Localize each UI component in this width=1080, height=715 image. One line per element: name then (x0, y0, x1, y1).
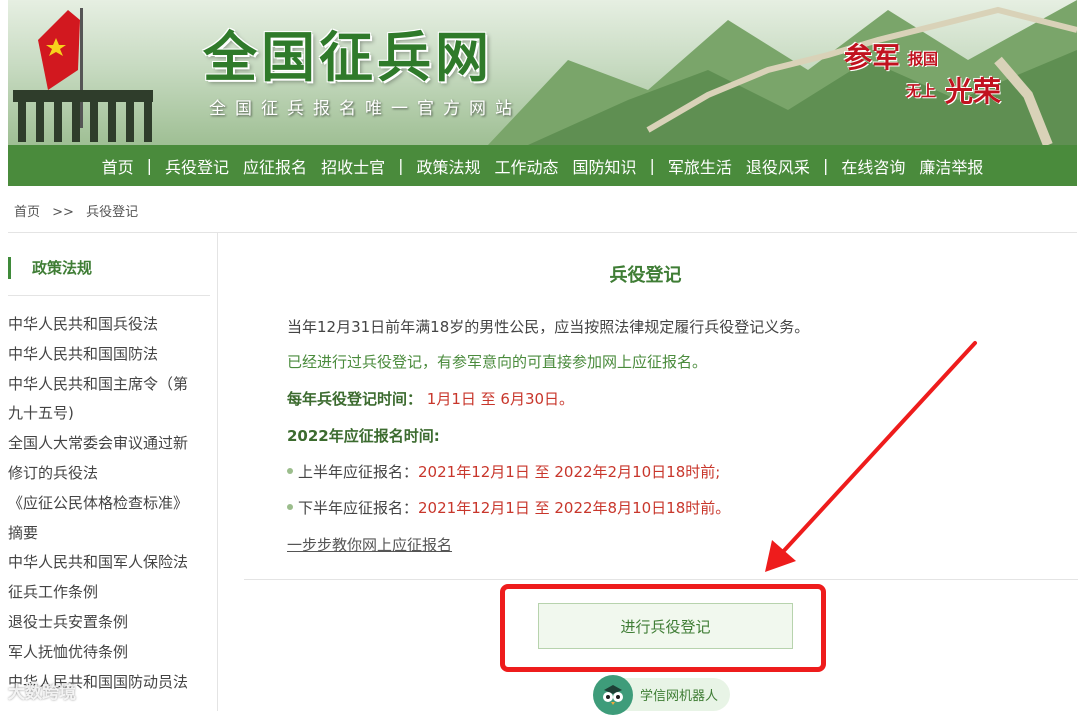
nav-item-online-consult[interactable]: 在线咨询 (841, 154, 905, 178)
main-nav: 首页 | 兵役登记 应征报名 招收士官 | 政策法规 工作动态 国防知识 | 军… (8, 145, 1077, 186)
sidebar-item[interactable]: 九十五号) (8, 399, 208, 429)
slogan-part: 报国 (908, 50, 939, 68)
nav-separator: | (398, 156, 404, 175)
sidebar-heading: 政策法规 (8, 257, 92, 279)
guide-link[interactable]: 一步步教你网上应征报名 (287, 534, 452, 555)
nav-item-military-life[interactable]: 军旅生活 (668, 154, 732, 178)
page-title: 兵役登记 (609, 265, 682, 286)
slogan-part: 无上 (906, 82, 937, 100)
second-half-label: 下半年应征报名： (298, 499, 419, 517)
sidebar-item[interactable]: 军人抚恤优待条例 (8, 638, 208, 668)
first-half-enlistment: 上半年应征报名：2021年12月1日 至 2022年2月10日18时前; (287, 461, 720, 482)
breadcrumb-separator: >> (52, 205, 74, 220)
site-subtitle: 全国征兵报名唯一官方网站 (209, 99, 521, 119)
sidebar-list: 中华人民共和国兵役法 中华人民共和国国防法 中华人民共和国主席令（第 九十五号)… (8, 310, 208, 697)
slogan-part: 光荣 (945, 75, 1002, 108)
enlistment-heading: 2022年应征报名时间: (287, 427, 440, 445)
sidebar-item[interactable]: 征兵工作条例 (8, 578, 208, 608)
sidebar: 政策法规 中华人民共和国兵役法 中华人民共和国国防法 中华人民共和国主席令（第 … (8, 233, 218, 711)
bullet-icon (287, 467, 293, 474)
site-title: 全国征兵网 (203, 26, 493, 89)
nav-item-news[interactable]: 工作动态 (494, 154, 558, 178)
site-banner: 全国征兵网 全国征兵报名唯一官方网站 参军 报国 无上 光荣 (8, 0, 1077, 145)
nav-item-report[interactable]: 廉洁举报 (919, 154, 983, 178)
nav-item-veterans[interactable]: 退役风采 (746, 154, 810, 178)
second-half-value: 2021年12月1日 至 2022年8月10日18时前。 (418, 499, 731, 517)
first-half-label: 上半年应征报名： (298, 463, 419, 481)
first-half-value: 2021年12月1日 至 2022年2月10日18时前; (418, 463, 721, 481)
second-half-enlistment: 下半年应征报名：2021年12月1日 至 2022年8月10日18时前。 (287, 497, 730, 518)
sidebar-item[interactable]: 退役士兵安置条例 (8, 608, 208, 638)
breadcrumb-current: 兵役登记 (86, 205, 139, 220)
registration-period: 每年兵役登记时间： 1月1日 至 6月30日。 (287, 388, 574, 409)
sidebar-item[interactable]: 中华人民共和国主席令（第 (8, 370, 208, 400)
registration-period-value: 1月1日 至 6月30日。 (426, 390, 575, 408)
chatbot-widget[interactable]: 学信网机器人 (593, 674, 731, 715)
nav-item-military-registration[interactable]: 兵役登记 (165, 154, 229, 178)
nav-item-defense-knowledge[interactable]: 国防知识 (573, 154, 637, 178)
sidebar-item[interactable]: 《应征公民体格检查标准》 (8, 489, 208, 519)
breadcrumb: 首页 >> 兵役登记 (14, 201, 146, 220)
sidebar-item[interactable]: 修订的兵役法 (8, 459, 208, 489)
nav-separator: | (822, 156, 829, 175)
slogan-part: 参军 (844, 41, 901, 74)
registered-note: 已经进行过兵役登记，有参军意向的可直接参加网上应征报名。 (287, 353, 708, 371)
chatbot-label: 学信网机器人 (640, 689, 719, 704)
sidebar-item[interactable]: 中华人民共和国兵役法 (8, 310, 208, 340)
nav-item-nco-recruitment[interactable]: 招收士官 (321, 154, 385, 178)
nav-separator: | (649, 156, 655, 175)
watermark: 大数跨境 (8, 683, 76, 703)
sidebar-item[interactable]: 摘要 (8, 519, 208, 549)
highlight-box (500, 584, 826, 672)
divider (244, 579, 1078, 580)
nav-item-home[interactable]: 首页 (102, 154, 134, 178)
breadcrumb-home[interactable]: 首页 (14, 205, 40, 220)
sidebar-item[interactable]: 全国人大常委会审议通过新 (8, 429, 208, 459)
sidebar-item[interactable]: 中华人民共和国军人保险法 (8, 548, 208, 578)
site-logo[interactable]: 全国征兵网 全国征兵报名唯一官方网站 (203, 26, 521, 120)
nav-separator: | (146, 156, 153, 175)
nav-item-enlistment[interactable]: 应征报名 (243, 154, 307, 178)
sidebar-item[interactable]: 中华人民共和国国防法 (8, 340, 208, 370)
main-content: 兵役登记 当年12月31日前年满18岁的男性公民，应当按照法律规定履行兵役登记义… (218, 233, 1078, 715)
bullet-icon (287, 503, 293, 510)
owl-robot-icon (593, 674, 633, 715)
nav-item-policy[interactable]: 政策法规 (416, 154, 480, 178)
intro-paragraph: 当年12月31日前年满18岁的男性公民，应当按照法律规定履行兵役登记义务。 (287, 318, 810, 336)
divider (8, 295, 210, 296)
banner-scenery (13, 0, 1077, 145)
registration-period-label: 每年兵役登记时间： (287, 390, 423, 408)
